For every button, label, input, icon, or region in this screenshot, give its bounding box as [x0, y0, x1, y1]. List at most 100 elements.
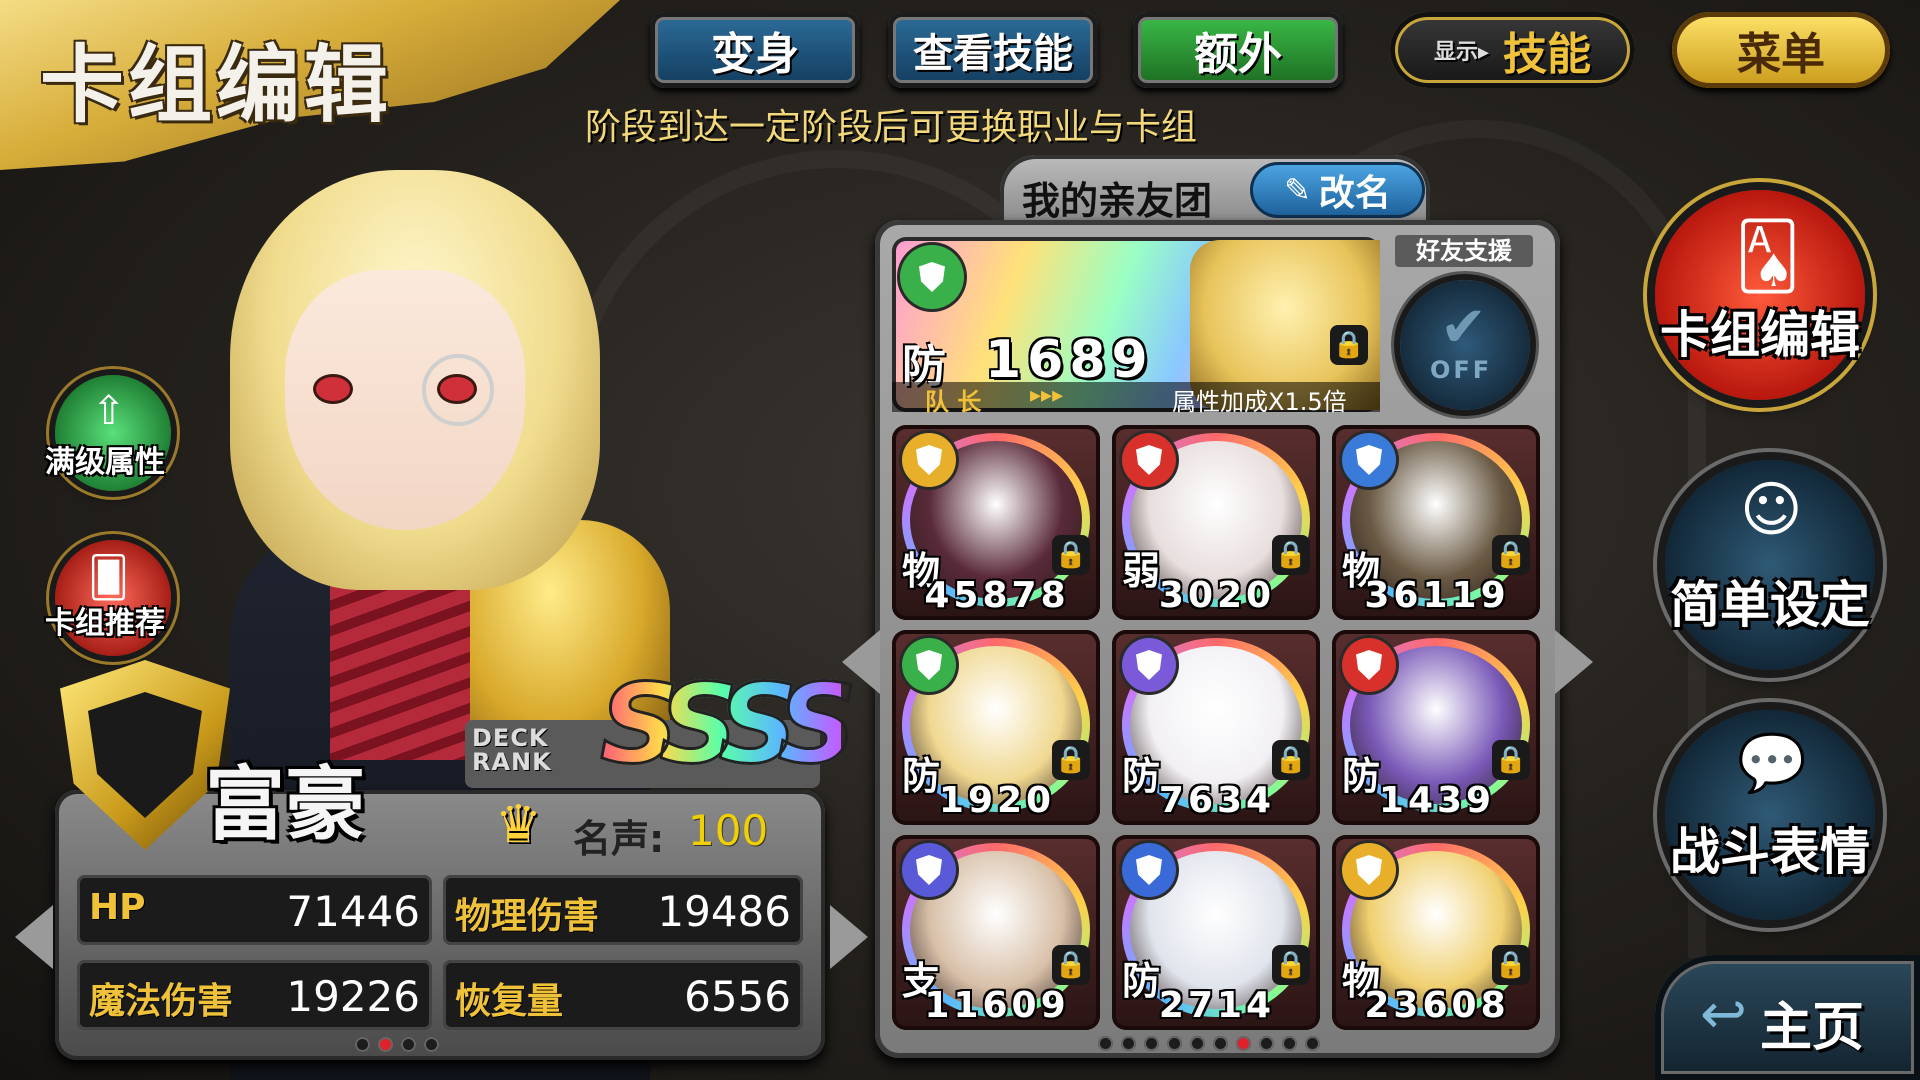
arrow-up-icon: ⇧ — [92, 388, 126, 434]
lock-icon: 🔒 — [1330, 325, 1368, 365]
role-shield-icon — [1122, 638, 1176, 692]
card-value: 1439 — [1378, 780, 1496, 821]
deck-edit-label: 卡组编辑 — [1660, 306, 1860, 364]
deck-card[interactable]: 🔒 防 7634 — [1112, 630, 1320, 825]
role-shield-icon — [902, 433, 956, 487]
deck-card[interactable]: 🔒 支 11609 — [892, 835, 1100, 1030]
leader-bonus: 属性加成X1.5倍 — [1172, 388, 1347, 416]
deck-rank-value: SSSS — [598, 659, 858, 790]
battle-emotes-label: 战斗表情 — [1670, 823, 1870, 881]
display-value: 技能 — [1503, 29, 1592, 80]
stats-page-indicator — [355, 1037, 439, 1052]
leader-value: 1689 — [985, 330, 1154, 390]
page-dot — [1167, 1036, 1182, 1051]
lock-icon: 🔒 — [1052, 535, 1090, 575]
transform-button[interactable]: 变身 — [650, 12, 860, 88]
role-shield-icon — [1122, 843, 1176, 897]
page-dot — [1259, 1036, 1274, 1051]
page-dot — [355, 1037, 370, 1052]
card-value: 45878 — [924, 575, 1070, 616]
role-shield-icon — [1342, 843, 1396, 897]
display-toggle-button[interactable]: 显示▸ 技能 — [1390, 12, 1635, 88]
menu-button[interactable]: 菜单 — [1672, 12, 1890, 88]
role-shield-icon — [1122, 433, 1176, 487]
deck-card[interactable]: 🔒 物 45878 — [892, 425, 1100, 620]
card-value: 1920 — [938, 780, 1056, 821]
stat-label: 物理伤害 — [455, 896, 600, 937]
page-dot — [1213, 1036, 1228, 1051]
home-label: 主页 — [1760, 997, 1865, 1058]
smiley-icon: ☺ — [1740, 475, 1803, 545]
card-value: 36119 — [1364, 575, 1510, 616]
fame-label: 名声: — [573, 817, 665, 861]
deck-card[interactable]: 🔒 物 23608 — [1332, 835, 1540, 1030]
lock-icon: 🔒 — [1272, 945, 1310, 985]
deck-page-indicator — [1098, 1036, 1320, 1051]
deck-next-arrow-icon[interactable] — [1555, 630, 1593, 694]
deck-name: 我的亲友团 — [1022, 179, 1213, 223]
defense-shield-icon — [900, 245, 964, 309]
deck-card[interactable]: 🔒 物 36119 — [1332, 425, 1540, 620]
page-title: 卡组编辑 — [40, 35, 393, 134]
lock-icon: 🔒 — [1492, 945, 1530, 985]
deck-prev-arrow-icon[interactable] — [842, 630, 880, 694]
lock-icon: 🔒 — [1492, 740, 1530, 780]
speech-bubble-icon: 💬 — [1737, 731, 1807, 796]
deck-card[interactable]: 🔒 防 1920 — [892, 630, 1100, 825]
lock-icon: 🔒 — [1052, 740, 1090, 780]
stat-label: 恢复量 — [455, 981, 564, 1022]
pencil-icon: ✎ — [1284, 171, 1311, 209]
max-stats-label: 满级属性 — [45, 445, 165, 480]
page-dot — [401, 1037, 416, 1052]
deck-card[interactable]: 🔒 防 2714 — [1112, 835, 1320, 1030]
page-dot — [1098, 1036, 1113, 1051]
deck-card[interactable]: 🔒 防 1439 — [1332, 630, 1540, 825]
page-dot — [1121, 1036, 1136, 1051]
page-dot — [1236, 1036, 1251, 1051]
stat-label: 魔法伤害 — [89, 981, 234, 1022]
role-shield-icon — [902, 638, 956, 692]
crown-icon: ♛ — [495, 795, 542, 855]
stage-hint: 阶段到达一定阶段后可更换职业与卡组 — [585, 107, 1198, 148]
class-name: 富豪 — [205, 757, 365, 851]
lock-icon: 🔒 — [1272, 535, 1310, 575]
character-face — [285, 270, 525, 530]
role-shield-icon — [902, 843, 956, 897]
stat-value: 6556 — [684, 972, 791, 1021]
cards-lock-icon: 🂡 — [1735, 220, 1801, 294]
leader-label: 队 长 — [925, 388, 982, 416]
display-prefix: 显示▸ — [1433, 40, 1490, 65]
lock-icon: 🔒 — [1052, 945, 1090, 985]
card-value: 7634 — [1158, 780, 1276, 821]
card-value: 2714 — [1158, 985, 1276, 1026]
friend-support-state: OFF — [1430, 356, 1493, 384]
fame-value: 100 — [688, 806, 769, 855]
extra-button[interactable]: 额外 — [1133, 12, 1343, 88]
character-eye-left — [313, 374, 353, 404]
card-value: 23608 — [1364, 985, 1510, 1026]
lock-icon: 🔒 — [1272, 740, 1310, 780]
stat-value: 19226 — [286, 972, 420, 1021]
rename-button[interactable]: ✎ 改名 — [1250, 162, 1425, 218]
stat-value: 71446 — [286, 887, 420, 936]
cards-icon: 🂠 — [88, 555, 129, 601]
role-shield-icon — [1342, 638, 1396, 692]
friend-support-label: 好友支援 — [1395, 235, 1533, 267]
deck-card[interactable]: 🔒 弱 3020 — [1112, 425, 1320, 620]
character-shirt — [330, 560, 480, 760]
stat-magic-damage: 魔法伤害 19226 — [77, 960, 432, 1030]
stat-physical-damage: 物理伤害 19486 — [443, 875, 803, 945]
page-dot — [424, 1037, 439, 1052]
stat-recovery: 恢复量 6556 — [443, 960, 803, 1030]
card-value: 11609 — [924, 985, 1070, 1026]
view-skills-button[interactable]: 查看技能 — [888, 12, 1098, 88]
page-dot — [1282, 1036, 1297, 1051]
stats-next-arrow-icon[interactable] — [830, 905, 868, 969]
lock-icon: 🔒 — [1492, 535, 1530, 575]
stats-prev-arrow-icon[interactable] — [15, 905, 53, 969]
deck-recommend-label: 卡组推荐 — [45, 606, 165, 641]
page-dot — [378, 1037, 393, 1052]
checkmark-icon: ✔ — [1440, 295, 1487, 360]
stat-label: HP — [89, 887, 146, 928]
card-value: 3020 — [1158, 575, 1276, 616]
